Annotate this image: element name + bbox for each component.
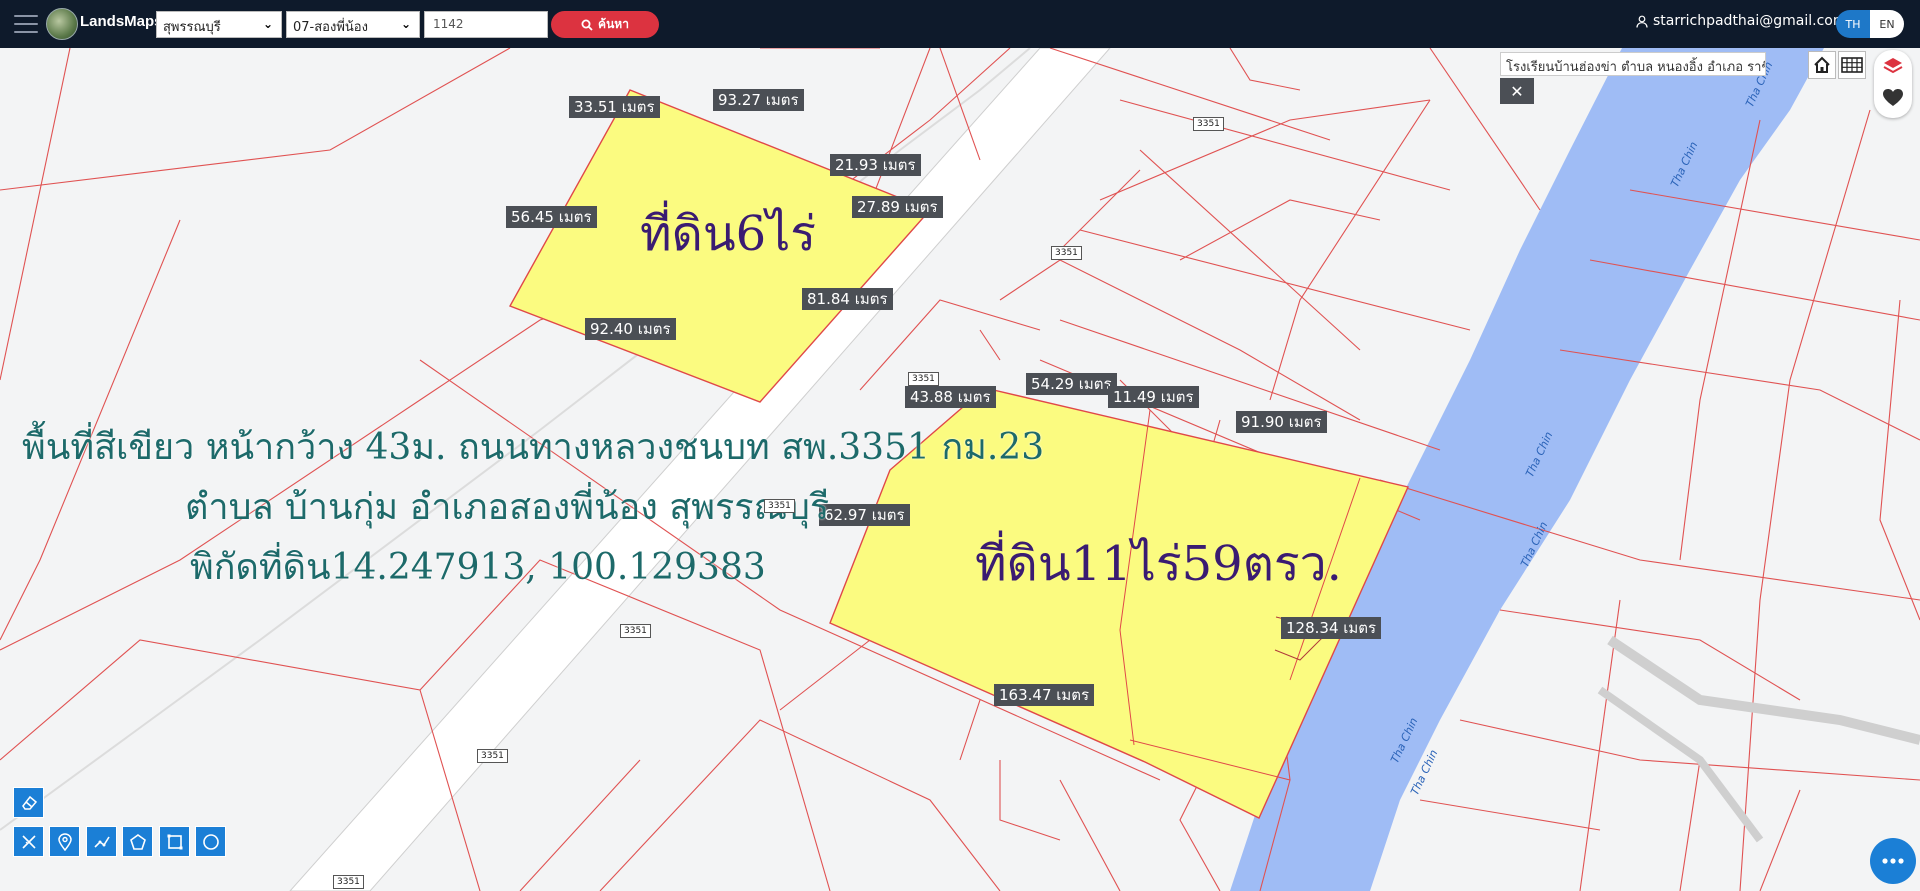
measure-label: 163.47 เมตร [994,684,1095,706]
road-label: 3351 [1193,117,1224,131]
measure-label: 81.84 เมตร [802,288,893,310]
ruler-tool[interactable] [13,826,44,857]
layers-button[interactable] [1882,56,1904,80]
user-email: starrichpadthai@gmail.com [1653,13,1847,29]
road-label: 3351 [764,499,795,513]
grid-button[interactable] [1838,51,1866,79]
eraser-icon [21,795,37,810]
chat-button[interactable] [1870,838,1916,884]
map-pin-icon [57,832,72,851]
navbar: LandsMaps สุพรรณบุรี ⌄ 07-สองพี่น้อง ⌄ 1… [0,0,1920,48]
road-label: 3351 [1051,246,1082,260]
province-value: สุพรรณบุรี [163,20,221,35]
chevron-down-icon: ⌄ [400,17,411,31]
lang-th-button[interactable]: TH [1836,10,1870,38]
rectangle-icon [167,834,182,849]
parcel-number-input[interactable]: 1142 [424,11,548,38]
description-line: พื้นที่สีเขียว หน้ากว้าง 43ม. ถนนทางหลวง… [22,427,1045,468]
measure-label: 93.27 เมตร [713,89,804,111]
circle-tool[interactable] [195,826,226,857]
user-icon [1636,15,1648,28]
road-label: 3351 [477,749,508,763]
description-line: ตำบล บ้านกุ่ม อำเภอสองพี่น้อง สุพรรณบุรี [185,487,830,528]
more-icon [1882,858,1904,864]
search-button-label: ค้นหา [598,17,629,31]
province-select[interactable]: สุพรรณบุรี ⌄ [156,11,282,38]
measure-label: 92.40 เมตร [585,318,676,340]
side-panel [1874,50,1912,118]
measure-label: 91.90 เมตร [1236,411,1327,433]
measure-label: 128.34 เมตร [1281,617,1382,639]
road-label: 3351 [908,372,939,386]
rectangle-tool[interactable] [159,826,190,857]
measure-label: 11.49 เมตร [1108,386,1199,408]
line-tool[interactable] [86,826,117,857]
landsmaps-logo[interactable] [46,8,78,40]
measure-label: 21.93 เมตร [830,154,921,176]
ruler-icon [21,834,36,849]
road-label: 3351 [333,875,364,889]
marker-tool[interactable] [49,826,80,857]
user-menu[interactable]: starrichpadthai@gmail.com ⌄ [1636,13,1861,29]
polygon-tool[interactable] [122,826,153,857]
measure-label: 27.89 เมตร [852,196,943,218]
measure-label: 56.45 เมตร [506,206,597,228]
circle-icon [202,833,219,850]
description-line: พิกัดที่ดิน14.247913, 100.129383 [190,547,766,588]
brand-name[interactable]: LandsMaps [80,13,163,30]
lang-en-button[interactable]: EN [1870,10,1904,38]
plot-large-label: ที่ดิน11ไร่59ตรว. [975,536,1342,592]
eraser-tool[interactable] [13,787,44,818]
menu-icon[interactable] [14,12,38,36]
chevron-down-icon: ⌄ [262,17,273,31]
search-icon [581,19,593,31]
layers-icon [1883,58,1903,74]
measure-label: 33.51 เมตร [569,96,660,118]
district-select[interactable]: 07-สองพี่น้อง ⌄ [286,11,420,38]
grid-icon [1841,57,1863,73]
map-canvas[interactable]: 33.51 เมตร 93.27 เมตร 21.93 เมตร 27.89 เ… [0,48,1920,891]
road-label: 3351 [620,624,651,638]
measure-label: 54.29 เมตร [1026,373,1117,395]
measure-label: 62.97 เมตร [819,504,910,526]
search-button[interactable]: ค้นหา [551,11,659,38]
plot-small-label: ที่ดิน6ไร่ [640,206,817,262]
favorite-button[interactable] [1882,88,1904,112]
heart-icon [1883,89,1903,106]
home-button[interactable] [1808,51,1836,79]
polygon-icon [129,833,146,850]
district-value: 07-สองพี่น้อง [293,20,368,35]
measure-label: 43.88 เมตร [905,386,996,408]
polyline-icon [93,836,110,848]
home-icon [1814,56,1830,73]
location-info-box: โรงเรียนบ้านฮ่องข่า ตำบล หนองอิ้ง อำเภอ … [1500,52,1766,76]
close-info-button[interactable]: ✕ [1500,78,1534,104]
